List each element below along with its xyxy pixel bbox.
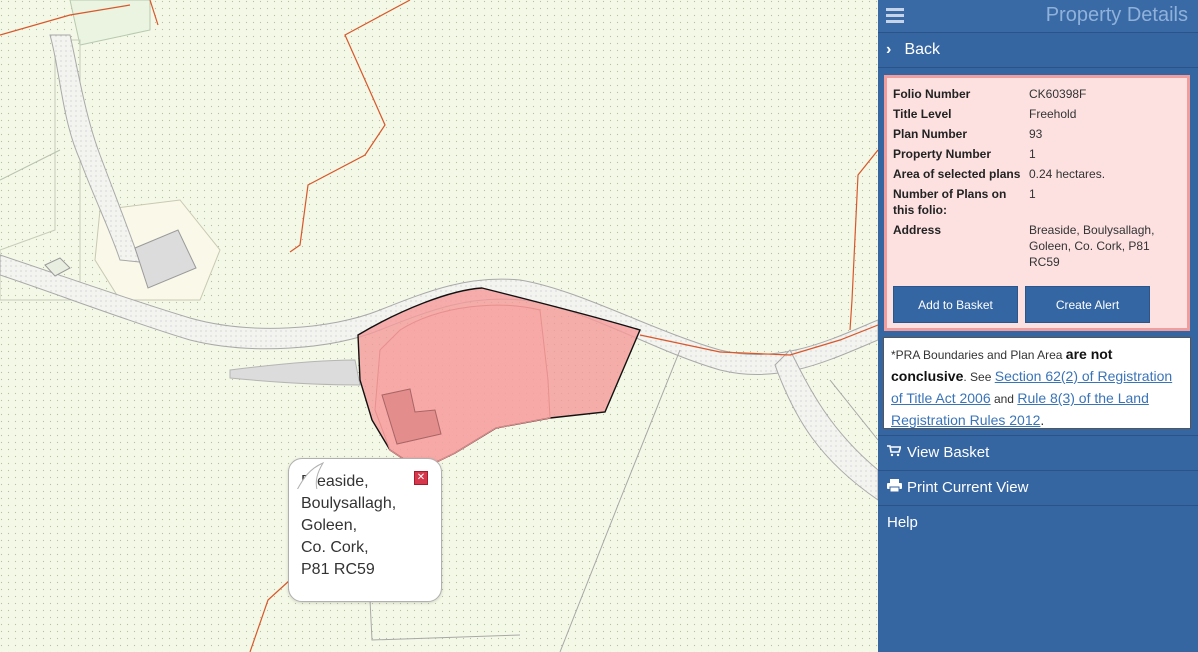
create-alert-button[interactable]: Create Alert — [1025, 286, 1150, 323]
view-basket-button[interactable]: View Basket — [878, 435, 1198, 470]
property-details-box: Folio Number CK60398F Title Level Freeho… — [884, 75, 1190, 331]
panel-title: Property Details — [1045, 4, 1188, 26]
details-key: Folio Number — [893, 87, 971, 101]
details-table: Folio Number CK60398F Title Level Freeho… — [893, 84, 1183, 272]
notice-end: . — [1040, 412, 1045, 428]
details-value: Freehold — [1029, 107, 1077, 121]
view-basket-label: View Basket — [907, 444, 990, 461]
details-value: Breaside, Boulysallagh, Goleen, Co. Cork… — [1029, 223, 1155, 269]
help-label: Help — [887, 514, 918, 531]
chevron-right-icon: › — [886, 41, 892, 58]
details-value: 93 — [1029, 127, 1043, 141]
notice-see: . See — [963, 370, 995, 384]
details-row: Folio Number CK60398F — [893, 84, 1183, 104]
back-button[interactable]: › Back — [878, 33, 1198, 68]
map-view[interactable]: ✕ Breaside, Boulysallagh, Goleen, Co. Co… — [0, 0, 878, 652]
notice-and: and — [990, 392, 1018, 406]
details-key: Title Level — [893, 107, 952, 121]
help-button[interactable]: Help — [878, 505, 1198, 540]
print-icon — [887, 471, 907, 505]
details-row: Title Level Freehold — [893, 104, 1183, 124]
popup-line: Co. Cork, — [301, 539, 369, 556]
details-row: Address Breaside, Boulysallagh, Goleen, … — [893, 220, 1183, 272]
back-label: Back — [904, 41, 941, 58]
property-panel: Property Details › Back Folio Number CK6… — [878, 0, 1198, 652]
details-key: Address — [893, 223, 942, 237]
notice-prefix: *PRA Boundaries and Plan Area — [891, 348, 1066, 362]
details-value: CK60398F — [1029, 87, 1087, 101]
details-row: Number of Plans on this folio: 1 — [893, 184, 1183, 220]
hamburger-menu-icon[interactable] — [886, 8, 904, 23]
details-key: Number of Plans on this folio: — [893, 187, 1007, 217]
popup-line: Boulysallagh, — [301, 495, 397, 512]
popup-line: Goleen, — [301, 517, 358, 534]
details-key: Plan Number — [893, 127, 968, 141]
details-key: Area of selected plans — [893, 167, 1021, 181]
details-row: Area of selected plans 0.24 hectares. — [893, 164, 1183, 184]
print-view-button[interactable]: Print Current View — [878, 470, 1198, 505]
close-icon[interactable]: ✕ — [414, 471, 428, 485]
details-row: Plan Number 93 — [893, 124, 1183, 144]
address-popup: ✕ Breaside, Boulysallagh, Goleen, Co. Co… — [288, 458, 442, 602]
details-value: 1 — [1029, 187, 1036, 201]
details-value: 0.24 hectares. — [1029, 167, 1106, 181]
panel-header: Property Details — [878, 0, 1198, 33]
popup-line: P81 RC59 — [301, 561, 375, 578]
print-view-label: Print Current View — [907, 479, 1029, 496]
details-row: Property Number 1 — [893, 144, 1183, 164]
popup-tail — [295, 461, 325, 493]
boundary-notice: *PRA Boundaries and Plan Area are not co… — [883, 337, 1191, 429]
add-to-basket-button[interactable]: Add to Basket — [893, 286, 1018, 323]
details-value: 1 — [1029, 147, 1036, 161]
details-key: Property Number — [893, 147, 992, 161]
cart-icon — [887, 436, 907, 470]
